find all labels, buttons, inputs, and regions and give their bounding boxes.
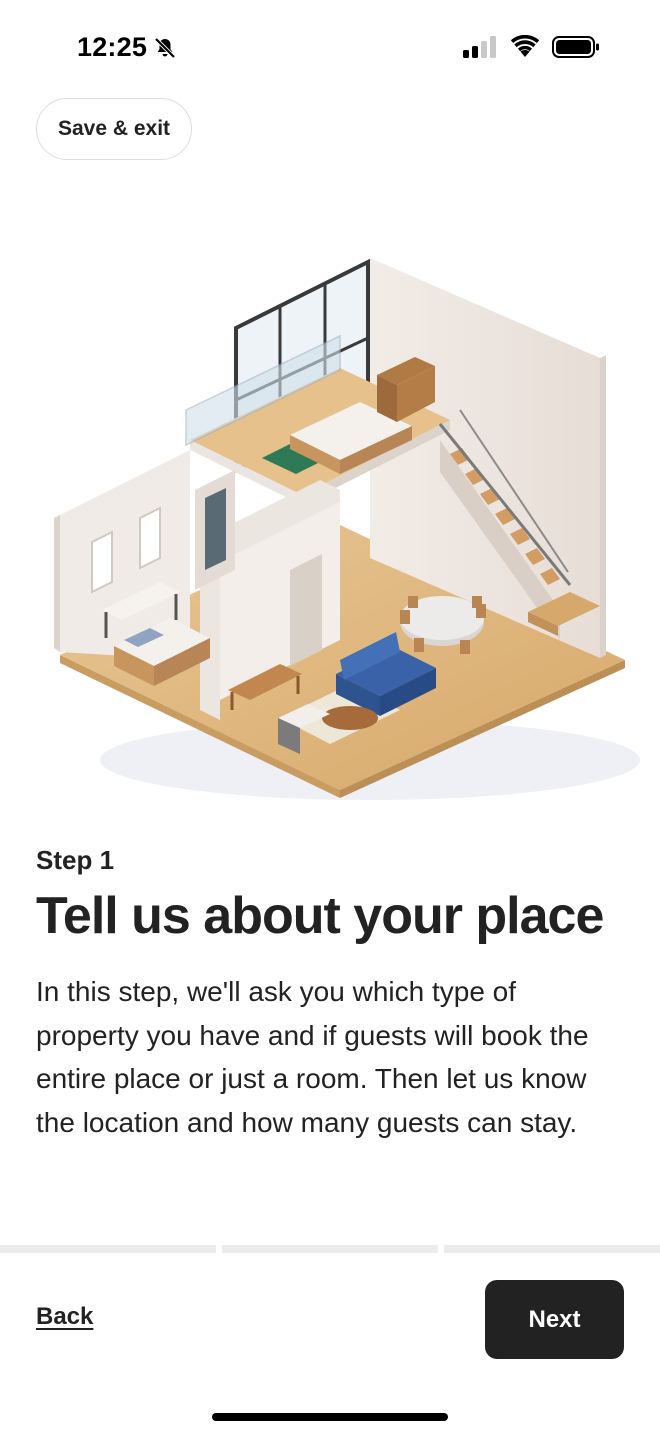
wifi-icon [510,35,540,57]
status-icons [462,35,600,59]
isometric-loft-apartment-illustration [54,258,640,800]
battery-icon [552,36,599,58]
progress-segment-3 [444,1245,660,1253]
screen: 12:25 Save & exit Step 1 Tell us about y… [0,0,660,1434]
back-link[interactable]: Back [36,1303,93,1331]
status-time: 12:25 [77,32,148,62]
status-bar: 12:25 [0,0,660,96]
progress-segment-2 [222,1245,438,1253]
cellular-signal-icon [463,36,496,58]
next-button[interactable]: Next [485,1280,624,1359]
save-and-exit-button[interactable]: Save & exit [36,98,192,160]
status-time-group: 12:25 [77,32,177,63]
step-description: In this step, we'll ask you which type o… [36,976,589,1138]
progress-segment-1 [0,1245,216,1253]
progress-bar [0,1245,660,1253]
bell-slash-icon [154,37,176,58]
home-indicator[interactable] [212,1413,448,1421]
step-label: Step 1 [36,845,115,875]
page-title: Tell us about your place [36,887,604,945]
